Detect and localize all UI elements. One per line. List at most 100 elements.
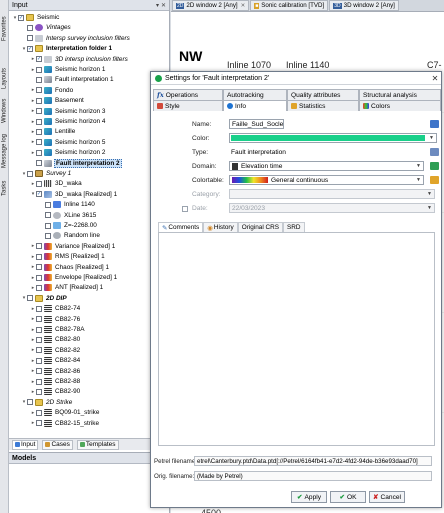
domain-options-icon[interactable]	[430, 162, 439, 170]
tree-item[interactable]: ▾ Survey 1	[21, 169, 72, 178]
tab-operations[interactable]: fx Operations	[153, 89, 223, 100]
visibility-checkbox[interactable]	[36, 253, 42, 260]
visibility-checkbox[interactable]	[36, 316, 42, 323]
tree-item[interactable]: Fault interpretation 1	[30, 75, 115, 84]
visibility-checkbox[interactable]	[36, 264, 42, 271]
tree-item[interactable]: ▸ CB82-88	[30, 377, 81, 386]
tree-item[interactable]: ▸ Seismic horizon 5	[30, 138, 106, 147]
tree-item[interactable]: ▸ ✓ 3D intersp inclusion filters	[30, 55, 129, 64]
cancel-button[interactable]: ✘ Cancel	[369, 491, 405, 503]
visibility-checkbox[interactable]	[45, 201, 51, 208]
visibility-checkbox[interactable]	[36, 274, 42, 281]
name-options-icon[interactable]	[430, 120, 439, 128]
visibility-checkbox[interactable]	[36, 368, 42, 375]
visibility-checkbox[interactable]	[45, 222, 51, 229]
tab-colors[interactable]: Colors	[359, 100, 441, 111]
tab-structural-analysis[interactable]: Structural analysis	[359, 89, 441, 100]
visibility-checkbox[interactable]	[45, 232, 51, 239]
tree-item[interactable]: Intersp survey inclusion filters	[21, 34, 131, 43]
visibility-checkbox[interactable]	[36, 243, 42, 250]
window-tab-3d[interactable]: 3D 3D window 2 [Any]	[329, 0, 399, 11]
tree-item[interactable]: ▸ CB82-80	[30, 335, 81, 344]
visibility-checkbox[interactable]: ✓	[18, 14, 24, 21]
tab-autotracking[interactable]: Autotracking	[223, 89, 287, 100]
colortable-select[interactable]: General continuous ▼	[229, 175, 424, 185]
tree-item[interactable]: ▸ Variance [Realized] 1	[30, 242, 116, 251]
ok-button[interactable]: ✔ OK	[330, 491, 366, 503]
tree-item[interactable]: Random line	[39, 231, 101, 240]
visibility-checkbox[interactable]	[36, 118, 42, 125]
dialog-close-icon[interactable]: ✕	[429, 74, 441, 83]
visibility-checkbox[interactable]	[36, 357, 42, 364]
subtab-srd[interactable]: SRD	[283, 222, 305, 232]
name-input[interactable]: Faille_Sud_Socle	[229, 119, 284, 129]
visibility-checkbox[interactable]	[27, 35, 33, 42]
visibility-checkbox[interactable]	[27, 24, 33, 31]
subtab-history[interactable]: ◉ History	[203, 222, 238, 232]
colortable-options-icon[interactable]	[430, 176, 439, 184]
subtab-original-crs[interactable]: Original CRS	[237, 222, 284, 232]
side-tab-windows[interactable]: Windows	[0, 96, 9, 126]
tab-templates[interactable]: Templates	[76, 439, 119, 450]
tree-item[interactable]: ▸ Chaos [Realized] 1	[30, 263, 110, 272]
window-tab-sonic[interactable]: ■ Sonic calibration [TVD]	[250, 0, 329, 11]
tree-item[interactable]: ▸ CB82-15_strike	[30, 419, 100, 428]
tree-item[interactable]: ▸ Envelope [Realized] 1	[30, 273, 118, 282]
tree-item[interactable]: Vintages	[21, 23, 72, 32]
side-tab-tasks[interactable]: Tasks	[0, 176, 9, 200]
tab-info[interactable]: Info	[223, 100, 287, 111]
color-picker[interactable]: ▼	[229, 133, 437, 143]
visibility-checkbox[interactable]	[36, 378, 42, 385]
visibility-checkbox[interactable]	[36, 139, 42, 146]
tree-item[interactable]: XLine 3615	[39, 211, 97, 220]
visibility-checkbox[interactable]	[36, 347, 42, 354]
tree-item[interactable]: Inline 1140	[39, 200, 96, 209]
tree-item[interactable]: ▸ CB82-84	[30, 356, 81, 365]
apply-button[interactable]: ✔ Apply	[291, 491, 327, 503]
close-icon[interactable]: ✕	[161, 2, 166, 9]
pin-icon[interactable]: ▾	[156, 2, 159, 9]
visibility-checkbox[interactable]: ✓	[36, 56, 42, 63]
tree-item[interactable]: ▸ Basement	[30, 96, 85, 105]
visibility-checkbox[interactable]	[27, 170, 33, 177]
tab-input[interactable]: Input	[12, 439, 39, 450]
visibility-checkbox[interactable]	[45, 212, 51, 219]
tree-item[interactable]: ▾ 2D DIP	[21, 294, 68, 303]
tree-item[interactable]: ▸ Fondo	[30, 86, 74, 95]
visibility-checkbox[interactable]	[36, 87, 42, 94]
tab-style[interactable]: Style	[153, 100, 223, 111]
tree-item[interactable]: ▸ CB82-82	[30, 346, 81, 355]
tree-item[interactable]: ▸ Seismic horizon 1	[30, 65, 106, 74]
side-tab-favorites[interactable]: Favorites	[0, 12, 9, 46]
tree-item[interactable]: ▸ CB82-90	[30, 387, 81, 396]
tree-item[interactable]: ▸ CB82-78A	[30, 325, 86, 334]
tree-item[interactable]: ▾ ✓ Seismic	[12, 13, 60, 22]
visibility-checkbox[interactable]	[36, 180, 42, 187]
tree-item[interactable]: ▸ Lentille	[30, 127, 76, 136]
tree-item[interactable]: ▾ ✓ Interpretation folder 1	[21, 44, 113, 53]
tree-item[interactable]: ▸ RMS [Realized] 1	[30, 252, 106, 261]
tab-statistics[interactable]: Statistics	[287, 100, 359, 111]
visibility-checkbox[interactable]	[36, 388, 42, 395]
visibility-checkbox[interactable]	[36, 108, 42, 115]
visibility-checkbox[interactable]	[36, 160, 42, 167]
visibility-checkbox[interactable]: ✓	[36, 191, 42, 198]
tree-item[interactable]: ▾ ✓ 3D_waka [Realized] 1	[30, 190, 118, 199]
side-tab-layouts[interactable]: Layouts	[0, 64, 9, 92]
visibility-checkbox[interactable]	[36, 409, 42, 416]
comments-textarea[interactable]	[158, 232, 435, 446]
tree-item[interactable]: Fault interpretation 2	[30, 158, 122, 168]
visibility-checkbox[interactable]	[36, 326, 42, 333]
visibility-checkbox[interactable]	[36, 284, 42, 291]
window-tab-2d[interactable]: 2D 2D window 2 [Any] ✕	[172, 0, 250, 11]
domain-select[interactable]: Elevation time ▼	[229, 161, 424, 171]
visibility-checkbox[interactable]	[36, 76, 42, 83]
side-tab-message-log[interactable]: Message log	[0, 130, 9, 172]
visibility-checkbox[interactable]	[36, 97, 42, 104]
visibility-checkbox[interactable]	[36, 128, 42, 135]
visibility-checkbox[interactable]	[27, 399, 33, 406]
tree-item[interactable]: ▸ CB82-86	[30, 367, 81, 376]
tree-item[interactable]: Z=-2268.00	[39, 221, 98, 230]
tab-quality-attributes[interactable]: Quality attributes	[287, 89, 359, 100]
tree-item[interactable]: ▸ Seismic horizon 3	[30, 107, 106, 116]
